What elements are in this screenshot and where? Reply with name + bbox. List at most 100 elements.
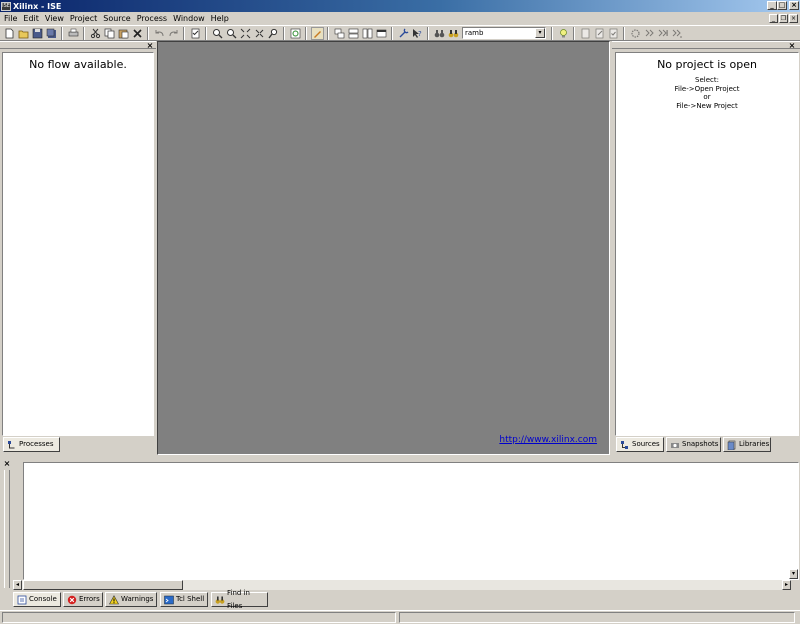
no-project-title: No project is open [657, 58, 757, 71]
redo-icon[interactable] [167, 27, 180, 40]
wrench-icon[interactable] [397, 27, 410, 40]
status-bar-info [399, 612, 795, 623]
sources-panel: × No project is open Select: File->Open … [612, 41, 800, 455]
tab-processes[interactable]: Processes [3, 437, 60, 452]
scroll-thumb[interactable] [23, 580, 183, 590]
mdi-restore-button[interactable]: ❐ [779, 14, 788, 23]
tile-vertical-icon[interactable] [361, 27, 374, 40]
save-all-icon[interactable] [45, 27, 58, 40]
sources-close-icon[interactable]: × [788, 42, 796, 50]
delete-icon[interactable] [131, 27, 144, 40]
tcl-shell-tab-label: Tcl Shell [176, 595, 205, 603]
menu-view[interactable]: View [42, 14, 67, 24]
copy-icon[interactable] [103, 27, 116, 40]
maximize-button[interactable]: □ [777, 1, 787, 10]
tile-horizontal-icon[interactable] [347, 27, 360, 40]
print-icon[interactable] [67, 27, 80, 40]
find-in-files-icon[interactable] [447, 27, 460, 40]
context-help-icon[interactable]: ? [411, 27, 424, 40]
console-tab-label: Console [29, 595, 57, 603]
instruction-line: Select: [695, 76, 719, 84]
implement-icon[interactable] [629, 27, 642, 40]
menu-file[interactable]: File [0, 14, 20, 24]
checklist-icon[interactable] [189, 27, 202, 40]
workspace-area: http://www.xilinx.com [157, 41, 610, 455]
cut-icon[interactable] [89, 27, 102, 40]
snapshots-tab-label: Snapshots [682, 440, 719, 448]
menu-edit[interactable]: Edit [20, 14, 42, 24]
console-panel: × ◂ ▸ ▾ Console Errors Warnings Tcl Shel… [0, 459, 800, 610]
console-output[interactable] [23, 462, 799, 580]
zoom-select-icon[interactable] [267, 27, 280, 40]
xilinx-website-link[interactable]: http://www.xilinx.com [499, 435, 597, 445]
paste-icon[interactable] [117, 27, 130, 40]
mdi-minimize-button[interactable]: _ [769, 14, 778, 23]
menu-help[interactable]: Help [208, 14, 232, 24]
instruction-line: File->Open Project [674, 84, 740, 93]
edit-document-icon[interactable] [593, 27, 606, 40]
console-tab-icon [17, 595, 27, 605]
tab-snapshots[interactable]: Snapshots [666, 437, 721, 452]
binoculars-icon[interactable] [433, 27, 446, 40]
language-templates-icon[interactable] [310, 26, 324, 40]
title-bar: ISE Xilinx - ISE _ □ × [0, 0, 800, 12]
scroll-right-button[interactable]: ▸ [782, 580, 791, 590]
minimize-button[interactable]: _ [767, 1, 777, 10]
document-icon[interactable] [579, 27, 592, 40]
lightbulb-icon[interactable] [557, 27, 570, 40]
cascade-windows-icon[interactable] [333, 27, 346, 40]
libraries-tab-label: Libraries [739, 440, 770, 448]
tab-libraries[interactable]: Libraries [723, 437, 771, 452]
rerun-all-icon[interactable] [671, 27, 684, 40]
menu-window[interactable]: Window [170, 14, 208, 24]
menu-project[interactable]: Project [67, 14, 100, 24]
tcl-shell-icon [164, 595, 174, 605]
window-title: Xilinx - ISE [13, 1, 62, 11]
chevron-down-icon[interactable]: ▾ [535, 28, 545, 38]
open-folder-icon[interactable] [17, 27, 30, 40]
open-project-instructions: Select: File->Open Project or File->New … [616, 76, 798, 110]
console-close-icon[interactable]: × [3, 460, 11, 468]
close-button[interactable]: × [789, 1, 799, 10]
warnings-tab-label: Warnings [121, 595, 154, 603]
libraries-tab-icon [727, 440, 737, 450]
tab-find-in-files[interactable]: Find in Files [211, 589, 268, 610]
console-horizontal-scrollbar[interactable]: ◂ ▸ [13, 580, 791, 590]
mdi-close-button[interactable]: × [789, 14, 798, 23]
svg-text:?: ? [418, 30, 422, 38]
sources-tab-icon [620, 440, 630, 450]
undo-icon[interactable] [153, 27, 166, 40]
zoom-in-icon[interactable] [211, 27, 224, 40]
tab-warnings[interactable]: Warnings [105, 592, 157, 607]
tab-sources[interactable]: Sources [616, 437, 664, 452]
tab-errors[interactable]: Errors [63, 592, 103, 607]
save-icon[interactable] [31, 27, 44, 40]
rerun-icon[interactable] [657, 27, 670, 40]
tab-tcl-shell[interactable]: Tcl Shell [160, 592, 208, 607]
no-flow-message: No flow available. [29, 58, 127, 71]
refresh-icon[interactable] [289, 27, 302, 40]
window-list-icon[interactable] [375, 27, 388, 40]
run-icon[interactable] [643, 27, 656, 40]
xilinx-app-icon: ISE [1, 1, 11, 11]
processes-close-icon[interactable]: × [146, 42, 154, 50]
warning-icon [109, 594, 119, 605]
scroll-down-button[interactable]: ▾ [789, 569, 798, 579]
binoculars-icon [215, 595, 225, 605]
instruction-line: or [703, 93, 711, 101]
zoom-out-icon[interactable] [225, 27, 238, 40]
zoom-full-icon[interactable] [239, 27, 252, 40]
search-combo[interactable]: ramb ▾ [462, 27, 546, 39]
check-document-icon[interactable] [607, 27, 620, 40]
search-combo-value: ramb [465, 29, 484, 37]
console-grip [4, 470, 10, 588]
menu-process[interactable]: Process [134, 14, 170, 24]
new-file-icon[interactable] [3, 27, 16, 40]
menu-source[interactable]: Source [100, 14, 133, 24]
find-in-files-tab-label: Find in Files [227, 588, 250, 610]
zoom-fit-icon[interactable] [253, 27, 266, 40]
status-bar-message [2, 612, 396, 623]
scroll-left-button[interactable]: ◂ [13, 580, 22, 590]
tab-console[interactable]: Console [13, 592, 61, 607]
processes-panel: × No flow available. Processes [0, 41, 156, 455]
